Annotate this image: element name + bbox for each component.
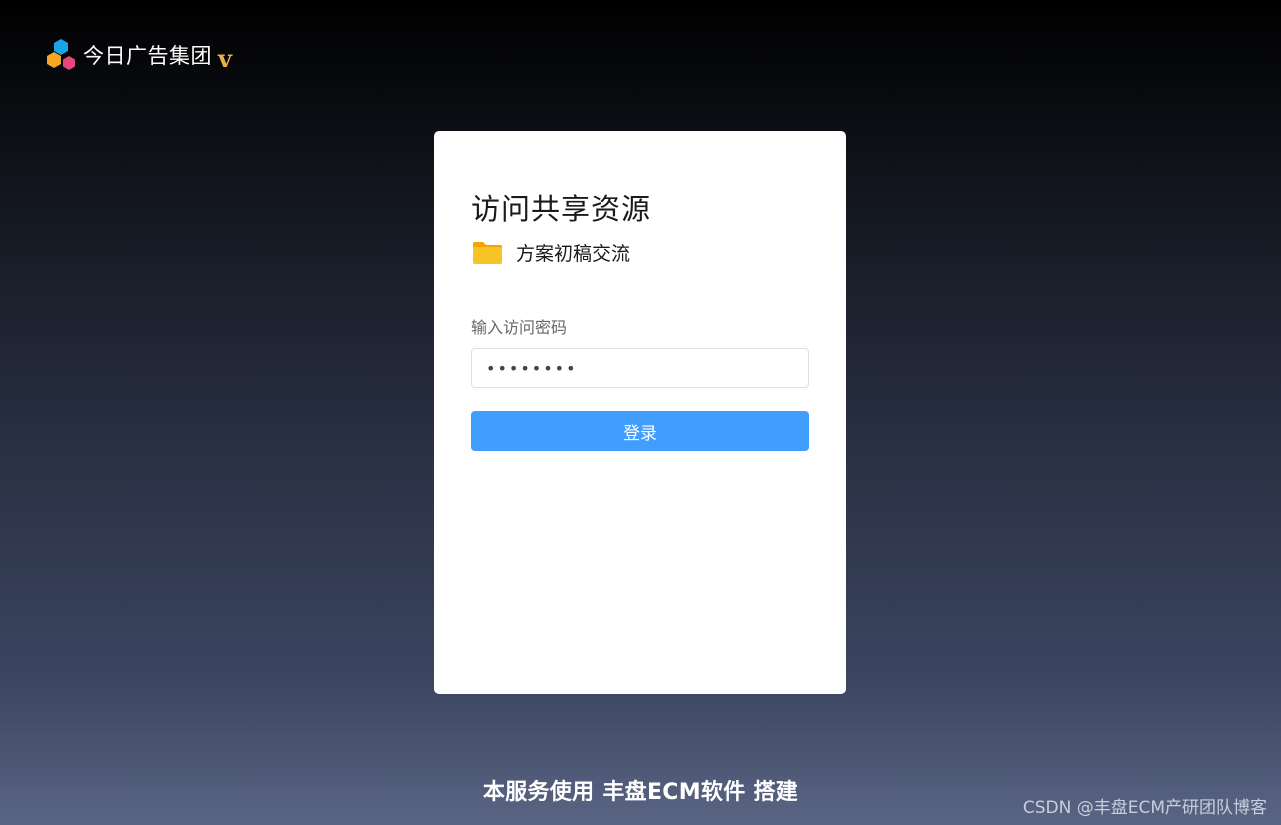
shared-resource: 方案初稿交流 (472, 239, 630, 266)
password-input[interactable] (471, 348, 809, 388)
hexagon-logo-icon (45, 38, 77, 74)
login-button[interactable]: 登录 (471, 411, 809, 451)
vip-badge: v (218, 44, 232, 73)
access-share-card: 访问共享资源 方案初稿交流 输入访问密码 登录 (434, 131, 846, 694)
folder-icon (472, 240, 503, 266)
share-name: 方案初稿交流 (516, 243, 631, 265)
card-title: 访问共享资源 (471, 192, 652, 226)
brand-header: 今日广告集团 v (45, 38, 232, 74)
brand-name: 今日广告集团 (83, 44, 212, 68)
watermark: CSDN @丰盘ECM产研团队博客 (1022, 798, 1267, 818)
password-label: 输入访问密码 (471, 318, 568, 337)
